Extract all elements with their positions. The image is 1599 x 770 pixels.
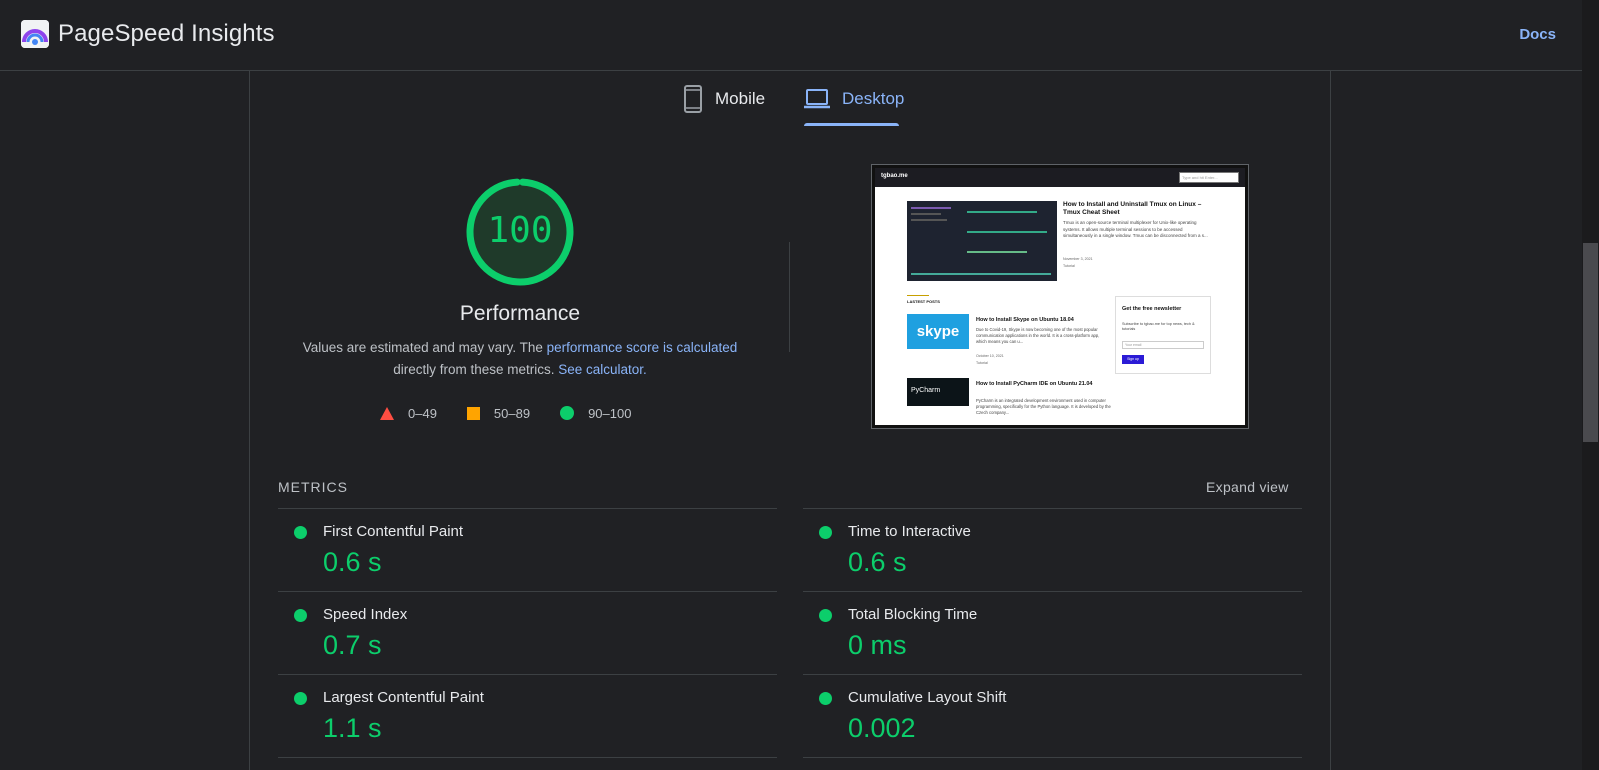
tab-desktop-label: Desktop xyxy=(842,89,905,108)
laptop-icon xyxy=(804,88,830,110)
app-title[interactable]: PageSpeed Insights xyxy=(58,20,275,48)
see-calculator-link[interactable]: See calculator. xyxy=(558,362,647,377)
thumbnail-hero-image xyxy=(907,201,1057,281)
pass-circle-icon xyxy=(294,692,307,705)
square-icon xyxy=(466,406,480,420)
tab-mobile-label: Mobile xyxy=(715,89,766,108)
legend-label-average: 50–89 xyxy=(493,405,531,421)
pass-circle-icon xyxy=(294,609,307,622)
thumbnail-post2-text: PyCharm is an integrated development env… xyxy=(976,398,1111,415)
metric-name: Total Blocking Time xyxy=(848,606,978,623)
metric-name: Time to Interactive xyxy=(848,523,971,540)
legend-label-good: 90–100 xyxy=(588,405,632,421)
metric-largest-contentful-paint[interactable]: Largest Contentful Paint 1.1 s xyxy=(278,674,777,757)
metric-value: 0.7 s xyxy=(323,630,382,660)
thumbnail-hero-date: November 3, 2021 xyxy=(1063,257,1093,261)
thumbnail-page: tgbao.me Type and hit Enter... How to In… xyxy=(875,168,1245,425)
thumbnail-newsletter-button: Sign up xyxy=(1122,355,1144,364)
thumbnail-hero-text: Tmux is an open-source terminal multiple… xyxy=(1063,220,1208,238)
final-screenshot-thumbnail[interactable]: tgbao.me Type and hit Enter... How to In… xyxy=(871,164,1249,429)
thumbnail-skype-image: skype xyxy=(907,314,969,349)
metric-value: 0.6 s xyxy=(323,547,382,577)
legend-item-poor: 0–49 xyxy=(380,406,437,421)
metrics-bottom-divider xyxy=(278,757,777,758)
metric-time-to-interactive[interactable]: Time to Interactive 0.6 s xyxy=(803,508,1302,591)
score-calculated-link[interactable]: performance score is calculated xyxy=(547,340,738,355)
thumbnail-hero-tag: Tutorial xyxy=(1063,264,1075,268)
tab-mobile[interactable]: Mobile xyxy=(683,71,765,127)
page-scrollbar[interactable] xyxy=(1582,0,1599,770)
thumbnail-post2-title: How to Install PyCharm IDE on Ubuntu 21.… xyxy=(976,381,1093,387)
tab-desktop[interactable]: Desktop xyxy=(804,71,904,127)
performance-description: Values are estimated and may vary. The p… xyxy=(290,337,750,381)
metric-value: 1.1 s xyxy=(323,713,382,743)
description-text-2: directly from these metrics. xyxy=(393,362,559,377)
thumbnail-newsletter-title: Get the free newsletter xyxy=(1122,306,1182,312)
thumbnail-post1-title: How to Install Skype on Ubuntu 18.04 xyxy=(976,317,1074,323)
metrics-bottom-divider xyxy=(803,757,1302,758)
section-divider xyxy=(789,242,790,352)
legend-item-good: 90–100 xyxy=(560,406,631,421)
score-legend: 0–49 50–89 90–100 xyxy=(380,403,661,423)
metric-name: Largest Contentful Paint xyxy=(323,689,484,706)
thumbnail-post1-date: October 10, 2021 xyxy=(976,354,1004,358)
thumbnail-hero-title: How to Install and Uninstall Tmux on Lin… xyxy=(1063,201,1202,216)
pagespeed-logo-icon[interactable] xyxy=(21,20,49,48)
expand-view-button[interactable]: Expand view xyxy=(1206,479,1289,495)
thumbnail-newsletter-input: Your email xyxy=(1122,341,1204,349)
thumbnail-newsletter-box: Get the free newsletter Subscribe to tgb… xyxy=(1115,296,1211,374)
content-border-right xyxy=(1330,71,1331,770)
pass-circle-icon xyxy=(819,609,832,622)
scrollbar-thumb[interactable] xyxy=(1583,243,1598,442)
thumbnail-navbar: tgbao.me Type and hit Enter... xyxy=(875,168,1245,187)
thumbnail-site-name: tgbao.me xyxy=(881,173,908,179)
thumbnail-search: Type and hit Enter... xyxy=(1179,172,1239,183)
thumbnail-newsletter-text: Subscribe to tgbao.me for top news, tech… xyxy=(1122,322,1195,331)
content-border-left xyxy=(249,71,250,770)
metrics-header: METRICS xyxy=(278,479,348,495)
top-bar: PageSpeed Insights Docs xyxy=(0,0,1582,71)
circle-icon xyxy=(560,406,575,420)
active-tab-indicator xyxy=(804,123,899,126)
thumbnail-pycharm-image: PyCharm xyxy=(907,378,969,406)
performance-score-value: 100 xyxy=(487,210,553,251)
metric-first-contentful-paint[interactable]: First Contentful Paint 0.6 s xyxy=(278,508,777,591)
phone-icon xyxy=(683,85,703,113)
metric-value: 0.002 xyxy=(848,713,916,743)
performance-label: Performance xyxy=(459,302,581,325)
thumbnail-post1-tag: Tutorial xyxy=(976,361,988,365)
metric-name: Cumulative Layout Shift xyxy=(848,689,1007,706)
metric-name: Speed Index xyxy=(323,606,408,623)
legend-label-poor: 0–49 xyxy=(408,405,437,421)
metric-value: 0.6 s xyxy=(848,547,907,577)
metric-value: 0 ms xyxy=(848,630,907,660)
docs-link[interactable]: Docs xyxy=(1519,26,1556,43)
triangle-icon xyxy=(380,406,394,420)
thumbnail-post1-text: Due to Covid-19, Skype is now becoming o… xyxy=(976,327,1100,344)
pass-circle-icon xyxy=(819,526,832,539)
metric-cumulative-layout-shift[interactable]: Cumulative Layout Shift 0.002 xyxy=(803,674,1302,757)
metric-speed-index[interactable]: Speed Index 0.7 s xyxy=(278,591,777,674)
metric-name: First Contentful Paint xyxy=(323,523,464,540)
device-tabs: Mobile Desktop xyxy=(0,71,1582,128)
pass-circle-icon xyxy=(819,692,832,705)
pass-circle-icon xyxy=(294,526,307,539)
metric-total-blocking-time[interactable]: Total Blocking Time 0 ms xyxy=(803,591,1302,674)
thumbnail-latest-label: LASTEST POSTS xyxy=(907,299,940,304)
legend-item-average: 50–89 xyxy=(466,405,531,421)
thumbnail-latest-accent xyxy=(907,295,929,296)
description-text: Values are estimated and may vary. The xyxy=(302,340,547,355)
